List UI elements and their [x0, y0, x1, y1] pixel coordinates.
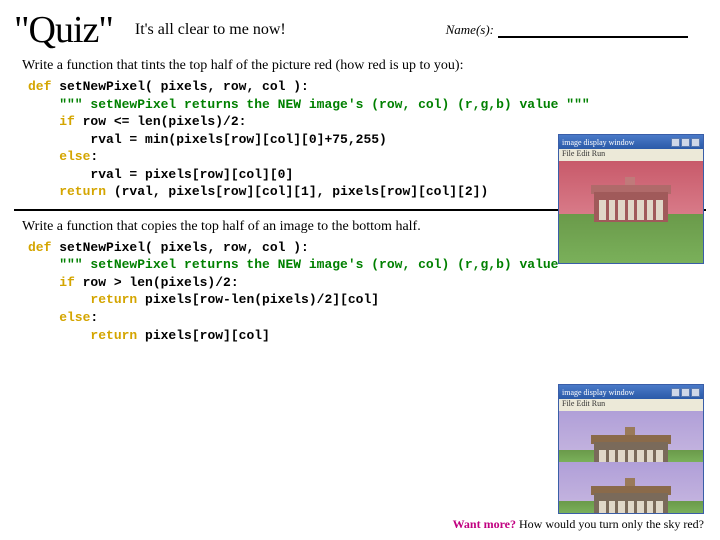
- kw-def: def: [28, 240, 59, 255]
- window-menubar: File Edit Run: [559, 399, 703, 411]
- min-icon[interactable]: [671, 388, 680, 397]
- columns-bottom: [596, 501, 665, 513]
- image-canvas-tinted: [559, 161, 703, 263]
- kw-if: if: [28, 275, 75, 290]
- window-buttons: [671, 388, 700, 397]
- kw-else: else: [28, 310, 90, 325]
- window-menubar: File Edit Run: [559, 149, 703, 161]
- window-buttons: [671, 138, 700, 147]
- stmt: rval = pixels[row][col][0]: [28, 167, 293, 182]
- result-image-window-1: image display window File Edit Run: [558, 134, 704, 264]
- stmt: rval = min(pixels[row][col][0]+75,255): [28, 132, 387, 147]
- image-canvas-mirrored: [559, 411, 703, 513]
- close-icon[interactable]: [691, 138, 700, 147]
- kw-def: def: [28, 79, 59, 94]
- fn-sig: setNewPixel( pixels, row, col ):: [59, 240, 309, 255]
- cond: row > len(pixels)/2:: [75, 275, 239, 290]
- min-icon[interactable]: [671, 138, 680, 147]
- max-icon[interactable]: [681, 138, 690, 147]
- colon: :: [90, 149, 98, 164]
- colon: :: [90, 310, 98, 325]
- docstring: """ setNewPixel returns the NEW image's …: [28, 97, 590, 112]
- kw-return: return: [28, 184, 114, 199]
- retval: (rval, pixels[row][col][1], pixels[row][…: [114, 184, 488, 199]
- want-more-label: Want more?: [453, 517, 516, 531]
- quiz-title: "Quiz": [14, 8, 113, 52]
- close-icon[interactable]: [691, 388, 700, 397]
- window-title: image display window: [562, 388, 634, 397]
- result-image-window-2: image display window File Edit Run: [558, 384, 704, 514]
- kw-else: else: [28, 149, 90, 164]
- name-input-line[interactable]: [498, 24, 688, 38]
- kw-if: if: [28, 114, 75, 129]
- kw-return: return: [28, 328, 145, 343]
- window-titlebar: image display window: [559, 135, 703, 149]
- retval: pixels[row-len(pixels)/2][col]: [145, 292, 379, 307]
- docstring: """ setNewPixel returns the NEW image's …: [28, 257, 590, 272]
- cond: row <= len(pixels)/2:: [75, 114, 247, 129]
- columns: [596, 200, 665, 220]
- header: "Quiz" It's all clear to me now! Name(s)…: [14, 8, 706, 52]
- name-label: Name(s):: [446, 22, 494, 38]
- name-field: Name(s):: [446, 22, 688, 38]
- max-icon[interactable]: [681, 388, 690, 397]
- kw-return: return: [28, 292, 145, 307]
- extra-question: How would you turn only the sky red?: [516, 517, 704, 531]
- mirrored-bottom: [559, 462, 703, 513]
- fn-sig: setNewPixel( pixels, row, col ):: [59, 79, 309, 94]
- retval: pixels[row][col]: [145, 328, 270, 343]
- subtitle: It's all clear to me now!: [135, 21, 286, 39]
- question1-prompt: Write a function that tints the top half…: [22, 58, 706, 74]
- footer-prompt: Want more? How would you turn only the s…: [453, 517, 704, 532]
- window-title: image display window: [562, 138, 634, 147]
- window-titlebar: image display window: [559, 385, 703, 399]
